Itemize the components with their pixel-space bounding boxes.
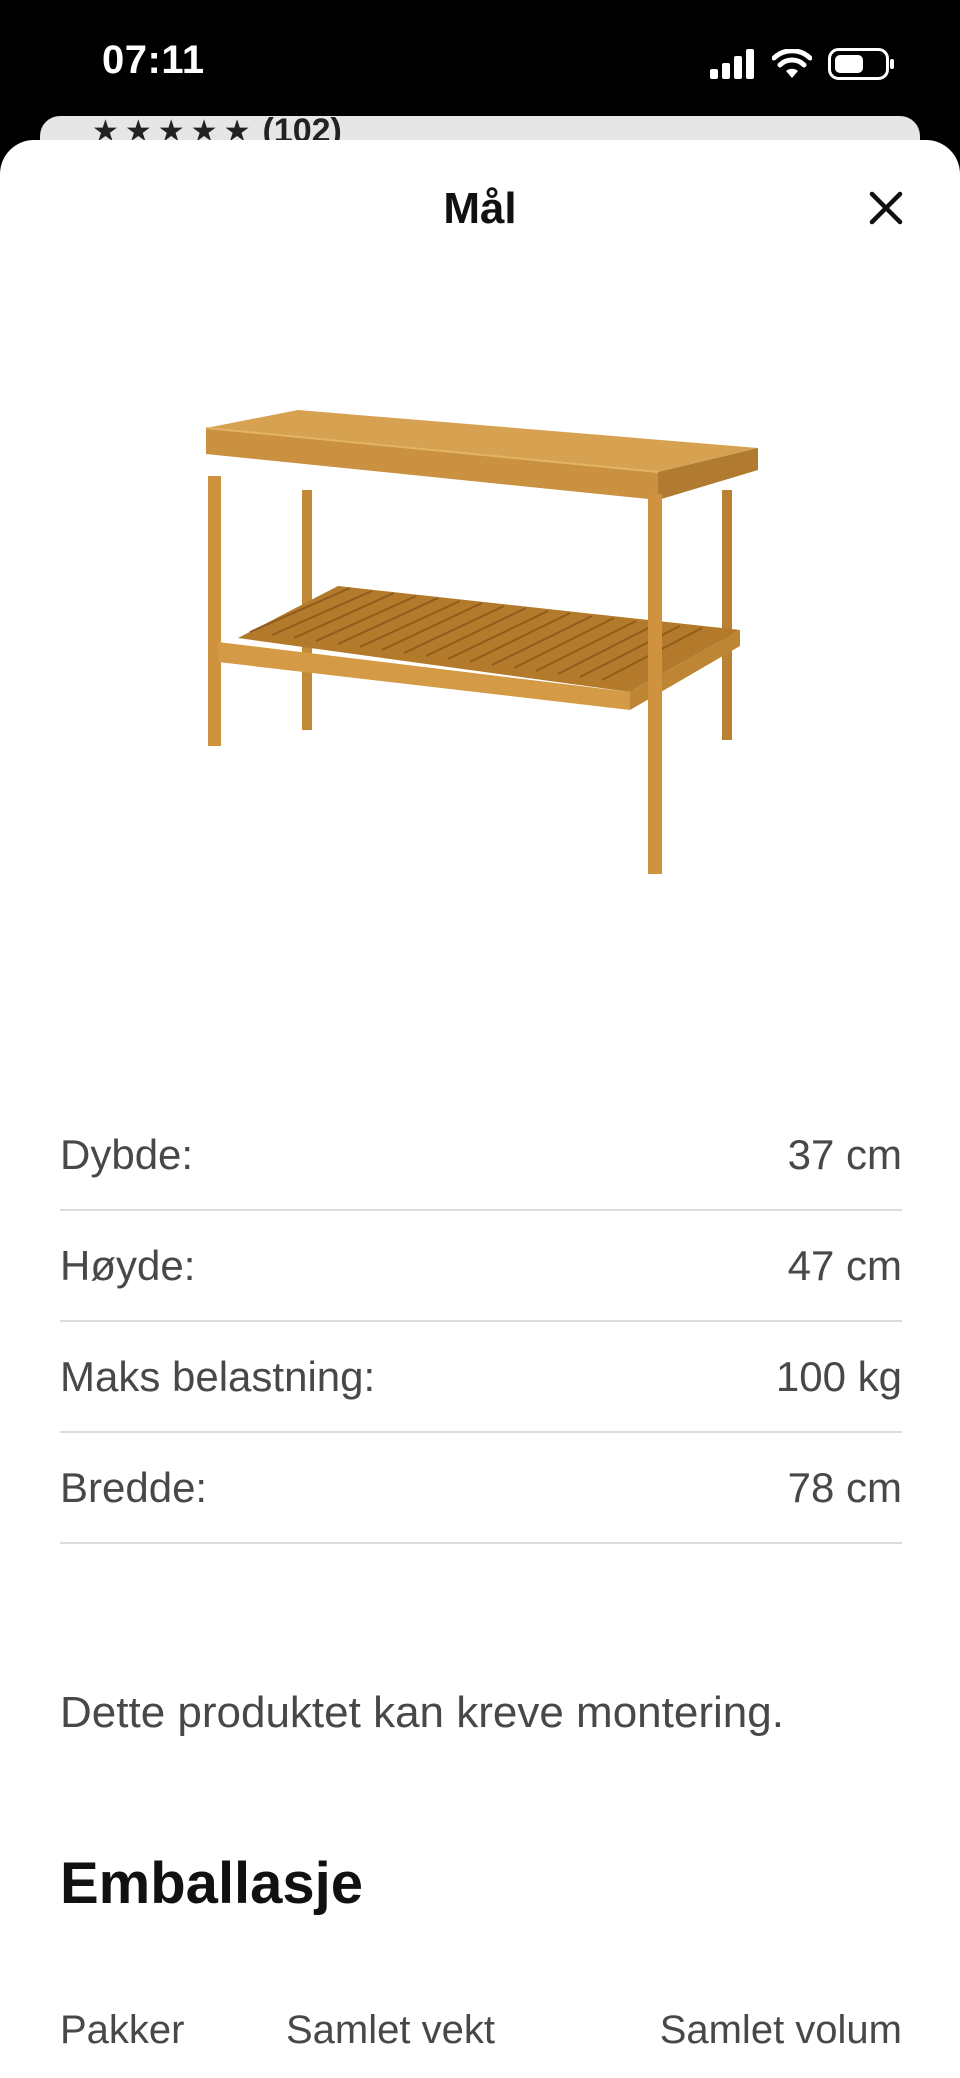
- close-button[interactable]: [864, 186, 908, 230]
- sheet-header: Mål: [0, 140, 960, 280]
- spec-row-height: Høyde: 47 cm: [60, 1211, 902, 1322]
- battery-icon: [828, 48, 894, 80]
- dimensions-list: Dybde: 37 cm Høyde: 47 cm Maks belastnin…: [60, 1100, 902, 1544]
- spec-value: 37 cm: [787, 1130, 902, 1178]
- packaging-table-header: Pakker Samlet vekt Samlet volum: [60, 2008, 902, 2068]
- packaging-heading: Emballasje: [60, 1851, 364, 1916]
- spec-value: 100 kg: [775, 1352, 902, 1400]
- spec-value: 47 cm: [787, 1241, 902, 1289]
- sheet-title: Mål: [443, 184, 517, 233]
- wifi-icon: [772, 49, 812, 78]
- column-header-total-weight: Samlet vekt: [286, 2008, 495, 2052]
- cellular-signal-icon: [710, 49, 754, 79]
- column-header-packages: Pakker: [60, 2008, 185, 2052]
- bench-image: [205, 410, 758, 874]
- spec-row-max-load: Maks belastning: 100 kg: [60, 1322, 902, 1433]
- spec-row-width: Bredde: 78 cm: [60, 1433, 902, 1544]
- spec-label: Maks belastning:: [60, 1352, 376, 1400]
- spec-label: Høyde:: [60, 1241, 196, 1289]
- column-header-total-volume: Samlet volum: [659, 2008, 902, 2052]
- assembly-note: Dette produktet kan kreve montering.: [60, 1688, 784, 1737]
- status-icons: [710, 46, 896, 82]
- spec-row-depth: Dybde: 37 cm: [60, 1100, 902, 1211]
- spec-value: 78 cm: [787, 1463, 902, 1511]
- status-bar: 07:11: [0, 0, 960, 120]
- spec-label: Dybde:: [60, 1130, 194, 1178]
- spec-label: Bredde:: [60, 1463, 208, 1511]
- status-time: 07:11: [102, 38, 205, 82]
- close-icon: [869, 191, 903, 225]
